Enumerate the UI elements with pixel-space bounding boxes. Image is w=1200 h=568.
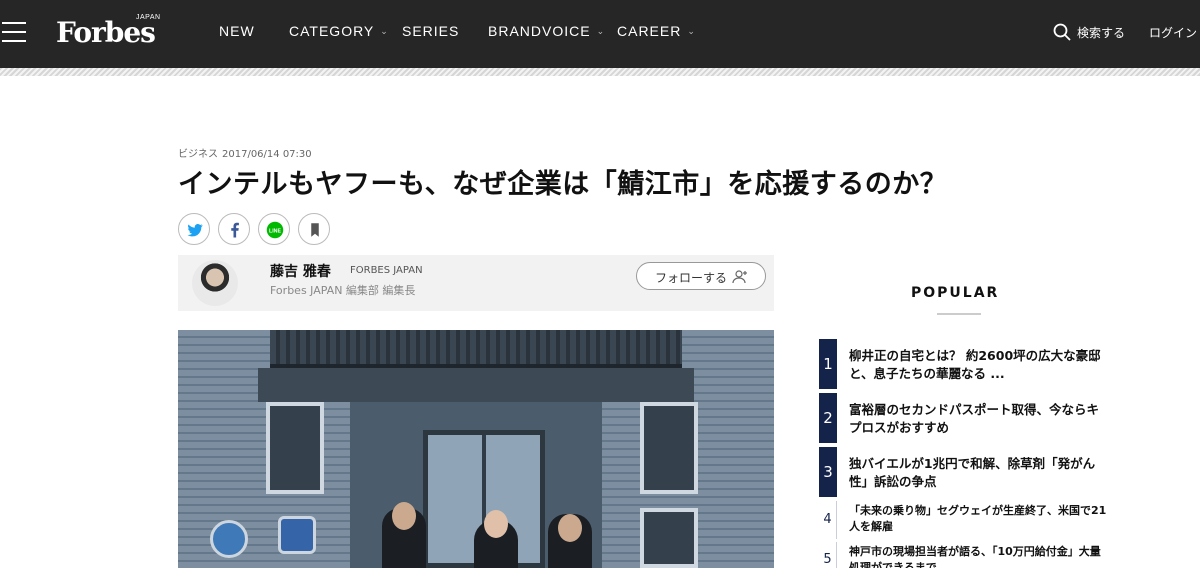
- nav-label: NEW: [219, 23, 255, 39]
- bookmark-button[interactable]: [298, 213, 330, 245]
- article-category[interactable]: ビジネス: [178, 149, 218, 160]
- popular-rank-number: 5: [819, 542, 837, 568]
- popular-rank-badge: 1: [819, 339, 837, 389]
- popular-item[interactable]: 4 「未来の乗り物」セグウェイが生産終了、米国で21人を解雇: [819, 501, 1109, 539]
- login-link[interactable]: ログイン: [1149, 24, 1197, 41]
- popular-item-title: 神戸市の現場担当者が語る、「10万円給付金」大量処理ができるまで: [849, 545, 1101, 568]
- facebook-share-button[interactable]: [218, 213, 250, 245]
- nav-label: CATEGORY: [289, 23, 375, 39]
- article-title: インテルもヤフーも、なぜ企業は「鯖江市」を応援するのか？: [178, 169, 948, 200]
- twitter-icon: [187, 223, 203, 237]
- popular-rank-badge: 2: [819, 393, 837, 443]
- article-hero-photo: [178, 330, 774, 568]
- twitter-share-button[interactable]: [178, 213, 210, 245]
- author-role: Forbes JAPAN 編集部 編集長: [270, 284, 416, 297]
- popular-heading: POPULAR: [911, 285, 1000, 301]
- nav-label: CAREER: [617, 23, 682, 39]
- nav-series[interactable]: SERIES: [402, 23, 459, 43]
- popular-item[interactable]: 2 富裕層のセカンドパスポート取得、今ならキプロスがおすすめ: [819, 393, 1109, 443]
- nav-career[interactable]: CAREER ⌄: [617, 23, 696, 43]
- popular-item-title: 富裕層のセカンドパスポート取得、今ならキプロスがおすすめ: [849, 402, 1100, 435]
- author-name[interactable]: 藤吉 雅春: [270, 261, 331, 281]
- add-user-icon: [732, 270, 747, 284]
- popular-rank-number: 4: [819, 501, 837, 539]
- nav-new[interactable]: NEW: [219, 23, 255, 43]
- popular-rank-badge: 3: [819, 447, 837, 497]
- follow-label: フォローする: [655, 271, 728, 285]
- chevron-down-icon: ⌄: [596, 26, 606, 36]
- line-share-button[interactable]: LINE: [258, 213, 290, 245]
- chevron-down-icon: ⌄: [380, 26, 389, 36]
- popular-item-title: 柳井正の自宅とは？ 約2600坪の広大な豪邸と、息子たちの華麗なる ...: [849, 348, 1101, 381]
- facebook-icon: [231, 222, 239, 238]
- author-box: 藤吉 雅春 FORBES JAPAN Forbes JAPAN 編集部 編集長 …: [178, 255, 774, 311]
- popular-item-title: 独バイエルが1兆円で和解、除草剤「発がん性」訴訟の争点: [849, 456, 1096, 489]
- author-avatar[interactable]: [192, 260, 238, 306]
- popular-item[interactable]: 1 柳井正の自宅とは？ 約2600坪の広大な豪邸と、息子たちの華麗なる ...: [819, 339, 1109, 389]
- nav-label: BRANDVOICE: [488, 23, 591, 39]
- popular-item-title: 「未来の乗り物」セグウェイが生産終了、米国で21人を解雇: [849, 504, 1107, 533]
- search-label: 検索する: [1077, 26, 1126, 40]
- popular-heading-underline: [937, 313, 981, 315]
- author-organization: FORBES JAPAN: [350, 265, 423, 276]
- header-divider-stripe: [0, 68, 1200, 76]
- chevron-down-icon: ⌄: [687, 26, 696, 36]
- top-navigation-bar: Forbes JAPAN NEW CATEGORY ⌄ SERIES BRANDV…: [0, 0, 1200, 68]
- nav-brandvoice[interactable]: BRANDVOICE ⌄: [488, 23, 605, 43]
- forbes-japan-logo[interactable]: Forbes JAPAN: [56, 12, 166, 52]
- popular-item[interactable]: 5 神戸市の現場担当者が語る、「10万円給付金」大量処理ができるまで: [819, 542, 1109, 568]
- bookmark-icon: [311, 223, 319, 237]
- search-icon: [1053, 23, 1071, 41]
- follow-button[interactable]: フォローする: [636, 262, 766, 290]
- line-icon: LINE: [266, 221, 284, 239]
- nav-label: SERIES: [402, 23, 460, 39]
- hamburger-menu-icon[interactable]: [2, 22, 26, 42]
- logo-subtitle: JAPAN: [136, 14, 161, 21]
- article-meta: ビジネス 2017/06/14 07:30: [178, 145, 312, 160]
- line-icon-label: LINE: [269, 228, 281, 234]
- article-date: 2017/06/14 07:30: [222, 149, 312, 160]
- popular-item[interactable]: 3 独バイエルが1兆円で和解、除草剤「発がん性」訴訟の争点: [819, 447, 1109, 497]
- nav-category[interactable]: CATEGORY ⌄: [289, 23, 389, 43]
